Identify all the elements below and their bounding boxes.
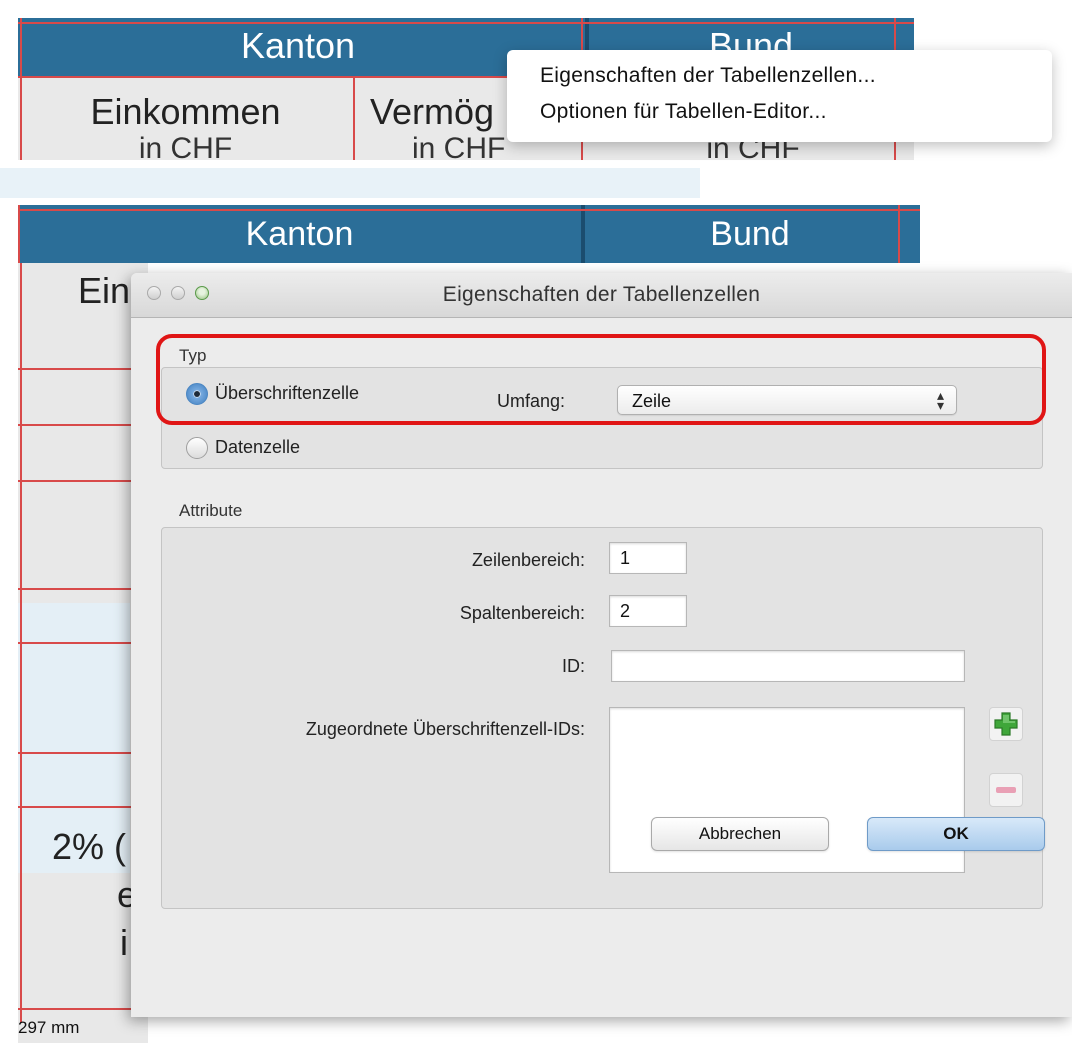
scope-select[interactable]: Zeile ▴ ▾ [617, 385, 957, 415]
bg-cell-2pct: 2% ( [52, 826, 127, 867]
grid-line [18, 209, 920, 211]
attribute-group-label: Attribute [179, 501, 243, 520]
dialog-title: Eigenschaften der Tabellenzellen [442, 283, 761, 306]
scope-label: Umfang: [497, 391, 566, 411]
grid-line [353, 78, 355, 160]
id-field[interactable] [611, 650, 965, 682]
menu-item-table-editor-options[interactable]: Optionen für Tabellen-Editor... [540, 100, 827, 124]
header-cell-kanton[interactable]: Kanton [18, 20, 578, 72]
grid-line [18, 22, 914, 24]
row-span-label: Zeilenbereich: [471, 550, 585, 570]
col-span-field[interactable] [609, 595, 687, 627]
cancel-button[interactable]: Abbrechen [651, 817, 829, 851]
background-banner [0, 168, 700, 198]
scope-select-value: Zeile [632, 391, 672, 411]
grid-line [18, 752, 133, 754]
row-span-field[interactable] [609, 542, 687, 574]
grid-line [898, 205, 900, 263]
grid-line [18, 424, 133, 426]
dialog-titlebar[interactable]: Eigenschaften der Tabellenzellen [131, 273, 1072, 318]
cell-einkommen[interactable]: Einkommen in CHF [18, 78, 353, 160]
grid-line [18, 642, 133, 644]
header-cell-radio-label[interactable]: Überschriftenzelle [215, 383, 359, 404]
data-cell-radio-label[interactable]: Datenzelle [215, 437, 300, 458]
cell-einkommen-title: Einkommen [90, 91, 281, 132]
data-cell-radio[interactable] [186, 437, 208, 459]
bg-cell-i: i [120, 922, 128, 963]
context-menu: Eigenschaften der Tabellenzellen... Opti… [507, 50, 1052, 142]
grid-line [18, 480, 133, 482]
page-size-label: 297 mm [18, 1018, 80, 1037]
remove-icon [996, 787, 1016, 793]
ok-button[interactable]: OK [867, 817, 1045, 851]
grid-line [20, 18, 22, 160]
add-header-id-button[interactable] [989, 707, 1023, 741]
header-ids-label: Zugeordnete Überschriftenzell-IDs: [305, 719, 585, 739]
remove-header-id-button[interactable] [989, 773, 1023, 807]
cell-properties-dialog: Eigenschaften der Tabellenzellen Typ Übe… [131, 273, 1072, 1017]
bg-header-cell-kanton[interactable]: Kanton [18, 208, 581, 260]
grid-line [18, 806, 133, 808]
bg-table-left-column [18, 263, 148, 1043]
menu-item-cell-properties[interactable]: Eigenschaften der Tabellenzellen... [540, 64, 876, 88]
id-label: ID: [561, 656, 585, 676]
grid-line [18, 588, 133, 590]
grid-line [18, 368, 133, 370]
col-span-label: Spaltenbereich: [459, 603, 585, 623]
typ-group-label: Typ [179, 346, 207, 365]
bg-header-cell-bund[interactable]: Bund [585, 208, 915, 260]
add-icon [994, 712, 1018, 736]
grid-line [18, 1008, 133, 1010]
radio-selected-dot-icon [194, 391, 200, 397]
grid-line [18, 205, 20, 263]
bg-table-header-row: Kanton Bund [18, 205, 920, 263]
stepper-arrows-icon: ▴ ▾ [936, 387, 944, 413]
cell-einkommen-unit: in CHF [138, 132, 233, 161]
header-cell-radio[interactable] [186, 383, 208, 405]
bg-cell-ein: Ein [78, 270, 131, 311]
